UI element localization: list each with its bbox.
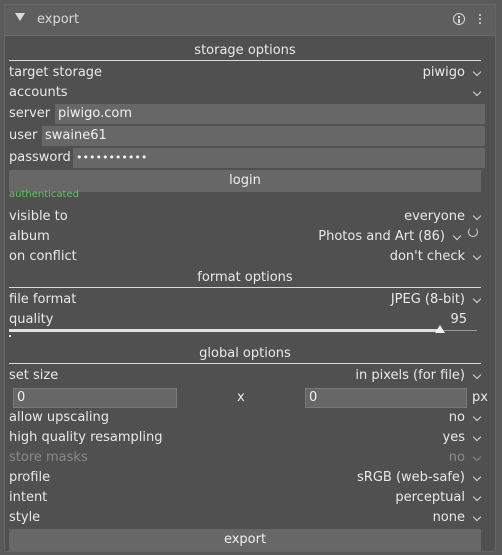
refresh-icon[interactable] xyxy=(468,227,478,237)
server-input[interactable]: piwigo.com xyxy=(55,104,485,124)
hq-resampling-value: yes xyxy=(442,430,465,445)
set-size-label: set size xyxy=(9,368,59,383)
file-format-value: JPEG (8-bit) xyxy=(390,292,465,307)
divider xyxy=(9,287,481,288)
dimension-separator: x xyxy=(237,390,245,405)
hq-resampling-dropdown[interactable]: high quality resampling yes xyxy=(9,428,482,448)
server-label: server xyxy=(9,106,51,121)
visible-to-value: everyone xyxy=(404,209,465,224)
chevron-down-icon xyxy=(472,370,482,380)
target-storage-label: target storage xyxy=(9,65,103,80)
module-title: export xyxy=(37,12,80,27)
on-conflict-dropdown[interactable]: on conflict don't check xyxy=(9,247,482,267)
section-title: format options xyxy=(197,270,293,285)
store-masks-label: store masks xyxy=(9,450,88,465)
module-header[interactable]: export xyxy=(5,5,495,36)
profile-label: profile xyxy=(9,470,51,485)
album-label: album xyxy=(9,229,50,244)
quality-value: 95 xyxy=(450,312,467,327)
style-dropdown[interactable]: style none xyxy=(9,508,482,528)
store-masks-dropdown: store masks no xyxy=(9,448,482,468)
file-format-label: file format xyxy=(9,292,77,307)
on-conflict-label: on conflict xyxy=(9,249,77,264)
quality-slider-handle[interactable] xyxy=(435,325,445,333)
chevron-down-icon xyxy=(472,87,482,97)
visible-to-label: visible to xyxy=(9,209,68,224)
export-button[interactable]: export xyxy=(9,529,481,551)
style-value: none xyxy=(432,510,465,525)
set-size-dropdown[interactable]: set size in pixels (for file) xyxy=(9,366,482,386)
chevron-down-icon xyxy=(472,294,482,304)
password-input[interactable]: ••••••••••• xyxy=(73,148,485,168)
chevron-down-icon xyxy=(472,251,482,261)
store-masks-value: no xyxy=(448,450,465,465)
unit-label: px xyxy=(472,390,488,405)
info-icon[interactable] xyxy=(453,13,465,25)
chevron-down-icon xyxy=(472,432,482,442)
style-label: style xyxy=(9,510,41,525)
profile-value: sRGB (web-safe) xyxy=(357,470,465,485)
album-dropdown[interactable]: album Photos and Art (86) xyxy=(9,227,481,247)
accounts-label: accounts xyxy=(9,85,68,100)
intent-dropdown[interactable]: intent perceptual xyxy=(9,488,482,508)
user-input[interactable]: swaine61 xyxy=(42,126,485,146)
login-button[interactable]: login xyxy=(9,170,481,192)
album-value: Photos and Art (86) xyxy=(318,229,445,244)
chevron-down-icon xyxy=(472,412,482,422)
user-label: user xyxy=(9,128,38,143)
collapse-triangle-icon[interactable] xyxy=(15,13,25,21)
quality-label: quality xyxy=(9,312,54,327)
chevron-down-icon xyxy=(472,492,482,502)
accounts-dropdown[interactable]: accounts xyxy=(9,83,482,103)
allow-upscaling-value: no xyxy=(448,410,465,425)
allow-upscaling-dropdown[interactable]: allow upscaling no xyxy=(9,408,482,428)
quality-slider[interactable]: quality 95 xyxy=(9,310,481,330)
width-input[interactable]: 0 xyxy=(13,388,177,408)
visible-to-dropdown[interactable]: visible to everyone xyxy=(9,207,482,227)
section-title: storage options xyxy=(194,43,296,58)
chevron-down-icon xyxy=(472,452,482,462)
intent-label: intent xyxy=(9,490,48,505)
section-format-options: format options xyxy=(9,268,481,288)
password-label: password xyxy=(9,150,71,165)
section-title: global options xyxy=(199,346,291,361)
slider-marker xyxy=(9,335,11,337)
section-storage-options: storage options xyxy=(9,41,481,61)
target-storage-dropdown[interactable]: target storage piwigo xyxy=(9,63,482,83)
target-storage-value: piwigo xyxy=(422,65,465,80)
chevron-down-icon xyxy=(472,67,482,77)
intent-value: perceptual xyxy=(395,490,465,505)
chevron-down-icon xyxy=(472,512,482,522)
quality-slider-fill[interactable] xyxy=(9,329,439,332)
on-conflict-value: don't check xyxy=(389,249,465,264)
height-input[interactable]: 0 xyxy=(305,388,467,408)
chevron-down-icon xyxy=(472,211,482,221)
divider xyxy=(9,60,481,61)
set-size-value: in pixels (for file) xyxy=(355,368,465,383)
chevron-down-icon xyxy=(472,472,482,482)
section-global-options: global options xyxy=(9,344,481,364)
file-format-dropdown[interactable]: file format JPEG (8-bit) xyxy=(9,290,482,310)
divider xyxy=(9,363,481,364)
allow-upscaling-label: allow upscaling xyxy=(9,410,110,425)
menu-icon[interactable] xyxy=(474,13,486,25)
hq-resampling-label: high quality resampling xyxy=(9,430,163,445)
auth-status: authenticated xyxy=(9,189,79,200)
profile-dropdown[interactable]: profile sRGB (web-safe) xyxy=(9,468,482,488)
chevron-down-icon xyxy=(452,231,462,241)
